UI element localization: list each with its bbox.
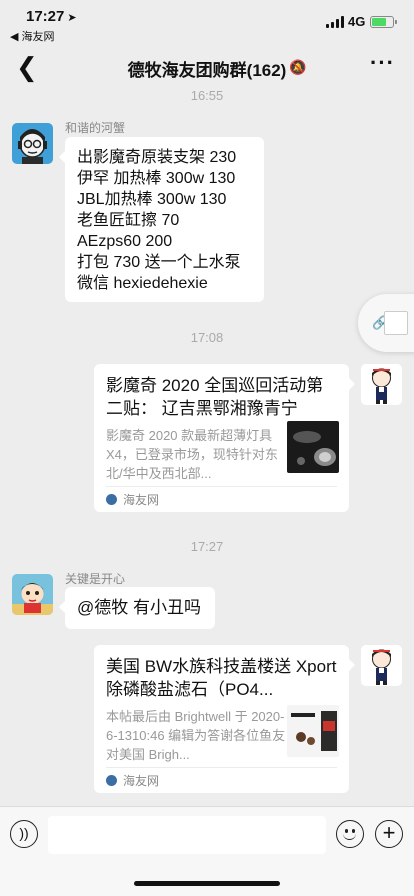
card-source-name: 海友网 (123, 774, 160, 788)
location-arrow-icon: ➤ (67, 12, 77, 24)
home-indicator (134, 881, 280, 886)
status-bar: 17:27 ➤ ◀ 海友网 4G (0, 0, 414, 44)
message-line: 打包 730 送一个上水泵 (77, 254, 241, 271)
message-timestamp: 16:55 (190, 88, 224, 103)
link-card[interactable]: 影魔奇 2020 全国巡回活动第二贴： 辽吉黑鄂湘豫青宁 影魔奇 2020 款最… (94, 364, 355, 512)
message-line: 伊罕 加热棒 300w 130 (77, 170, 236, 187)
more-functions-plus-icon[interactable]: + (375, 820, 403, 848)
card-description: 本帖最后由 Brightwell 于 2020-6-1310:46 编辑为答谢各… (106, 709, 286, 762)
card-source: 海友网 (106, 767, 337, 793)
message-timestamp: 17:27 (190, 539, 224, 554)
network-type: 4G (348, 14, 366, 29)
card-thumbnail (287, 421, 339, 473)
sender-name: 和谐的河蟹 (65, 121, 126, 135)
avatar-kaixin[interactable] (12, 574, 53, 615)
link-card[interactable]: 美国 BW水族科技盖楼送 Xport除磷酸盐滤石（PO4... 本帖最后由 Br… (94, 645, 355, 793)
mute-bell-icon: 🔕 (289, 59, 307, 75)
battery-icon (370, 16, 397, 28)
status-time-text: 17:27 (26, 8, 65, 25)
status-time: 17:27 ➤ (26, 8, 77, 25)
back-to-app-link[interactable]: ◀ 海友网 (10, 28, 55, 44)
message-line: 老鱼匠缸擦 70 (77, 212, 180, 229)
message-line: 出影魔奇原装支架 230 (77, 149, 237, 166)
cellular-signal-icon (326, 16, 344, 28)
message-text: @德牧 有小丑吗 (77, 598, 201, 617)
emoji-icon[interactable] (336, 820, 364, 848)
message-timestamp: 17:08 (190, 330, 224, 345)
card-title: 影魔奇 2020 全国巡回活动第二贴： 辽吉黑鄂湘豫青宁 (106, 376, 324, 418)
voice-input-icon[interactable]: )) (10, 820, 38, 848)
card-source: 海友网 (106, 486, 337, 512)
more-options-icon[interactable]: ··· (370, 50, 395, 76)
source-logo-icon (106, 494, 117, 505)
chat-title: 德牧海友团购群(162) (127, 61, 287, 80)
message-input[interactable] (48, 816, 326, 854)
card-thumbnail (287, 705, 339, 757)
card-title: 美国 BW水族科技盖楼送 Xport除磷酸盐滤石（PO4... (106, 657, 337, 699)
sender-name: 关键是开心 (65, 572, 126, 586)
message-line: 微信 hexiedehexie (77, 275, 208, 292)
card-source-name: 海友网 (123, 493, 160, 507)
message-line: AEzps60 200 (77, 233, 173, 250)
message-bubble[interactable]: 出影魔奇原装支架 230 伊罕 加热棒 300w 130 JBL加热棒 300w… (59, 137, 264, 302)
message-bubble[interactable]: @德牧 有小丑吗 (59, 587, 215, 629)
chat-header: ❮ 德牧海友团购群(162) 🔕 ··· (0, 44, 414, 90)
avatar-self[interactable] (361, 364, 402, 405)
card-description: 影魔奇 2020 款最新超薄灯具 X4，已登录市场，现特针对东北/华中及西北部.… (106, 428, 278, 481)
avatar-self[interactable] (361, 645, 402, 686)
message-line: JBL加热棒 300w 130 (77, 191, 227, 208)
source-logo-icon (106, 775, 117, 786)
avatar-hexie[interactable] (12, 123, 53, 164)
